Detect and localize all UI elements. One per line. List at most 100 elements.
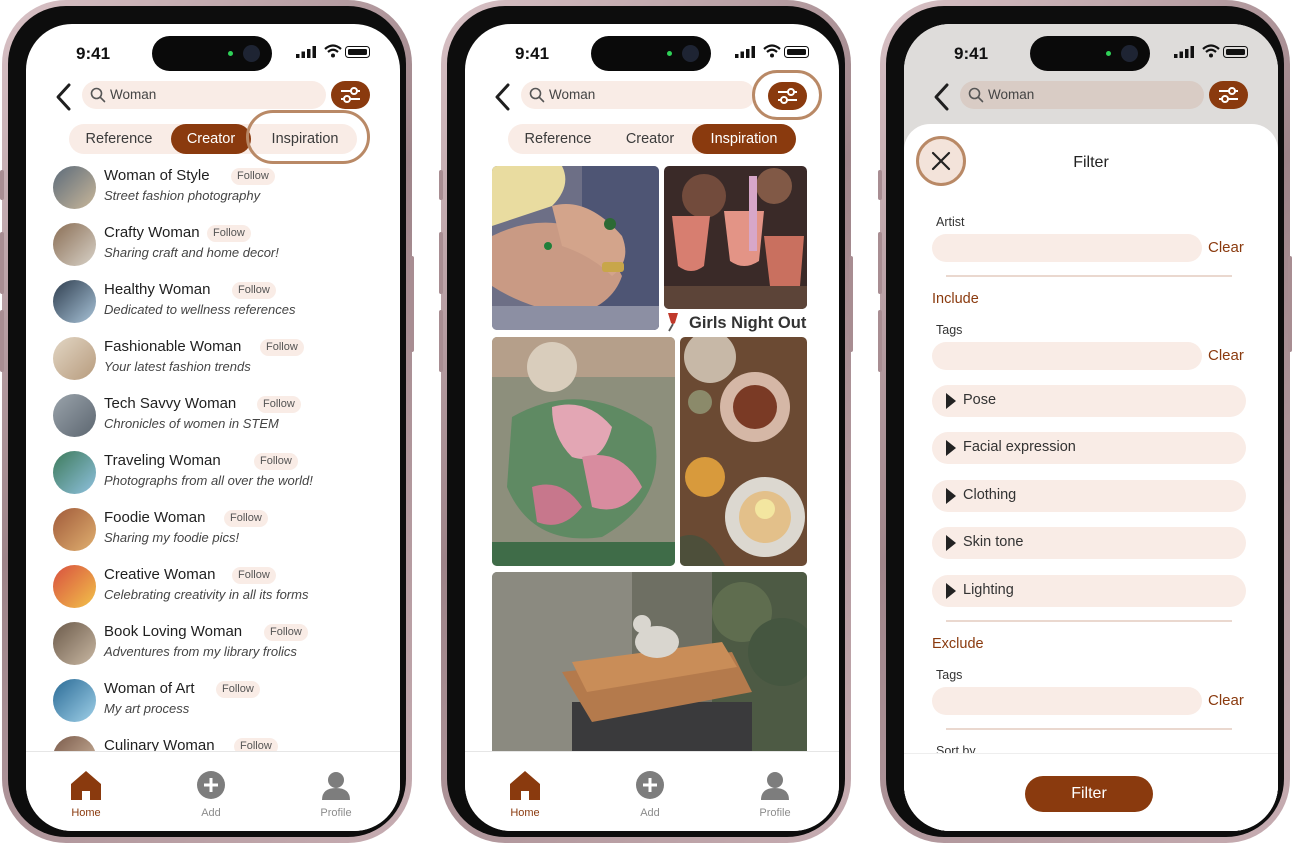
creator-name[interactable]: Healthy Woman (104, 281, 210, 298)
search-input[interactable]: Woman (549, 87, 595, 102)
nav-profile[interactable]: Profile (735, 770, 815, 819)
avatar[interactable] (53, 280, 96, 323)
follow-button[interactable]: Follow (232, 567, 276, 584)
follow-button[interactable]: Follow (216, 681, 260, 698)
avatar[interactable] (53, 508, 96, 551)
nav-home[interactable]: Home (46, 770, 126, 819)
side-button (878, 310, 882, 372)
follow-button[interactable]: Follow (264, 624, 308, 641)
category-pose[interactable]: Pose (932, 385, 1246, 417)
search-input[interactable]: Woman (110, 87, 156, 102)
creator-name[interactable]: Traveling Woman (104, 452, 221, 469)
clear-artist-button[interactable]: Clear (1208, 239, 1244, 256)
creator-name[interactable]: Book Loving Woman (104, 623, 242, 640)
tab-inspiration[interactable]: Inspiration (692, 124, 796, 154)
filter-button[interactable] (331, 81, 370, 109)
avatar[interactable] (53, 736, 96, 752)
photo-wine-glasses[interactable] (664, 166, 807, 309)
category-clothing[interactable]: Clothing (932, 480, 1246, 512)
avatar[interactable] (53, 337, 96, 380)
include-tags-input[interactable] (932, 342, 1202, 370)
filter-button[interactable] (1209, 81, 1248, 109)
home-icon (510, 771, 540, 800)
category-facial-expression[interactable]: Facial expression (932, 432, 1246, 464)
caret-right-icon (946, 583, 956, 599)
avatar[interactable] (53, 394, 96, 437)
tab-reference[interactable]: Reference (508, 124, 608, 154)
nav-add[interactable]: Add (610, 770, 690, 819)
artist-input[interactable] (932, 234, 1202, 262)
tab-creator[interactable]: Creator (610, 124, 690, 154)
creator-row[interactable]: Fashionable Woman Follow Your latest fashi… (26, 335, 400, 392)
avatar[interactable] (53, 223, 96, 266)
avatar[interactable] (53, 451, 96, 494)
creator-name[interactable]: Woman of Style (104, 167, 210, 184)
creator-name[interactable]: Crafty Woman (104, 224, 200, 241)
creator-description: Celebrating creativity in all its forms (104, 587, 309, 602)
creator-row[interactable]: Tech Savvy Woman Follow Chronicles of wome… (26, 392, 400, 449)
apply-filter-button[interactable]: Filter (1025, 776, 1153, 812)
follow-button[interactable]: Follow (260, 339, 304, 356)
tab-reference[interactable]: Reference (69, 124, 169, 154)
avatar[interactable] (53, 166, 96, 209)
creator-row[interactable]: Woman of Art Follow My art process (26, 677, 400, 734)
creator-name[interactable]: Creative Woman (104, 566, 215, 583)
creator-row[interactable]: Culinary Woman Follow (26, 734, 400, 752)
clear-include-tags-button[interactable]: Clear (1208, 347, 1244, 364)
avatar[interactable] (53, 622, 96, 665)
creator-name[interactable]: Fashionable Woman (104, 338, 241, 355)
creator-row[interactable]: Traveling Woman Follow Photographs from al… (26, 449, 400, 506)
nav-home-label: Home (71, 807, 101, 819)
category-label: Clothing (963, 487, 1017, 503)
search-input[interactable]: Woman (988, 87, 1034, 102)
creator-row[interactable]: Woman of Style Follow Street fashion photo… (26, 164, 400, 221)
photo-lily-plate[interactable] (492, 337, 675, 566)
follow-button[interactable]: Follow (224, 510, 268, 527)
photo-hands-rings[interactable] (492, 166, 659, 330)
photo-food-table[interactable] (680, 337, 807, 566)
nav-profile[interactable]: Profile (296, 770, 376, 819)
back-arrow-icon[interactable] (491, 82, 515, 112)
follow-button[interactable]: Follow (234, 738, 278, 752)
clear-exclude-tags-button[interactable]: Clear (1208, 692, 1244, 709)
filter-button[interactable] (768, 82, 807, 110)
caret-right-icon (946, 488, 956, 504)
add-icon (197, 771, 225, 799)
follow-button[interactable]: Follow (231, 168, 275, 185)
signal-icon (735, 46, 755, 58)
back-arrow-icon[interactable] (930, 82, 954, 112)
search-bar[interactable]: Woman (82, 81, 326, 109)
nav-home[interactable]: Home (485, 770, 565, 819)
creator-name[interactable]: Woman of Art (104, 680, 195, 697)
caret-right-icon (946, 440, 956, 456)
exclude-tags-input[interactable] (932, 687, 1202, 715)
back-arrow-icon[interactable] (52, 82, 76, 112)
nav-add[interactable]: Add (171, 770, 251, 819)
creator-name[interactable]: Foodie Woman (104, 509, 205, 526)
signal-icon (296, 46, 316, 58)
category-label: Pose (963, 392, 997, 408)
creator-row[interactable]: Creative Woman Follow Celebrating creativi… (26, 563, 400, 620)
creator-row[interactable]: Healthy Woman Follow Dedicated to wellness… (26, 278, 400, 335)
creator-row[interactable]: Book Loving Woman Follow Adventures from m… (26, 620, 400, 677)
follow-button[interactable]: Follow (254, 453, 298, 470)
photo-bird-sculpture[interactable] (492, 572, 807, 762)
follow-button[interactable]: Follow (257, 396, 301, 413)
follow-button[interactable]: Follow (207, 225, 251, 242)
add-icon (636, 771, 664, 799)
bottom-nav: Home Add Profile (465, 751, 839, 831)
avatar[interactable] (53, 565, 96, 608)
creator-name[interactable]: Tech Savvy Woman (104, 395, 236, 412)
creator-row[interactable]: Crafty Woman Follow Sharing craft and home… (26, 221, 400, 278)
search-bar[interactable]: Woman (960, 81, 1204, 109)
creator-name[interactable]: Culinary Woman (104, 737, 215, 752)
creator-row[interactable]: Foodie Woman Follow Sharing my foodie pics… (26, 506, 400, 563)
search-bar[interactable]: Woman (521, 81, 755, 109)
tab-bar: Reference Creator Inspiration (508, 124, 796, 154)
category-lighting[interactable]: Lighting (932, 575, 1246, 607)
tab-creator[interactable]: Creator (171, 124, 251, 154)
follow-button[interactable]: Follow (232, 282, 276, 299)
category-label: Facial expression (963, 439, 1076, 455)
category-skin-tone[interactable]: Skin tone (932, 527, 1246, 559)
avatar[interactable] (53, 679, 96, 722)
